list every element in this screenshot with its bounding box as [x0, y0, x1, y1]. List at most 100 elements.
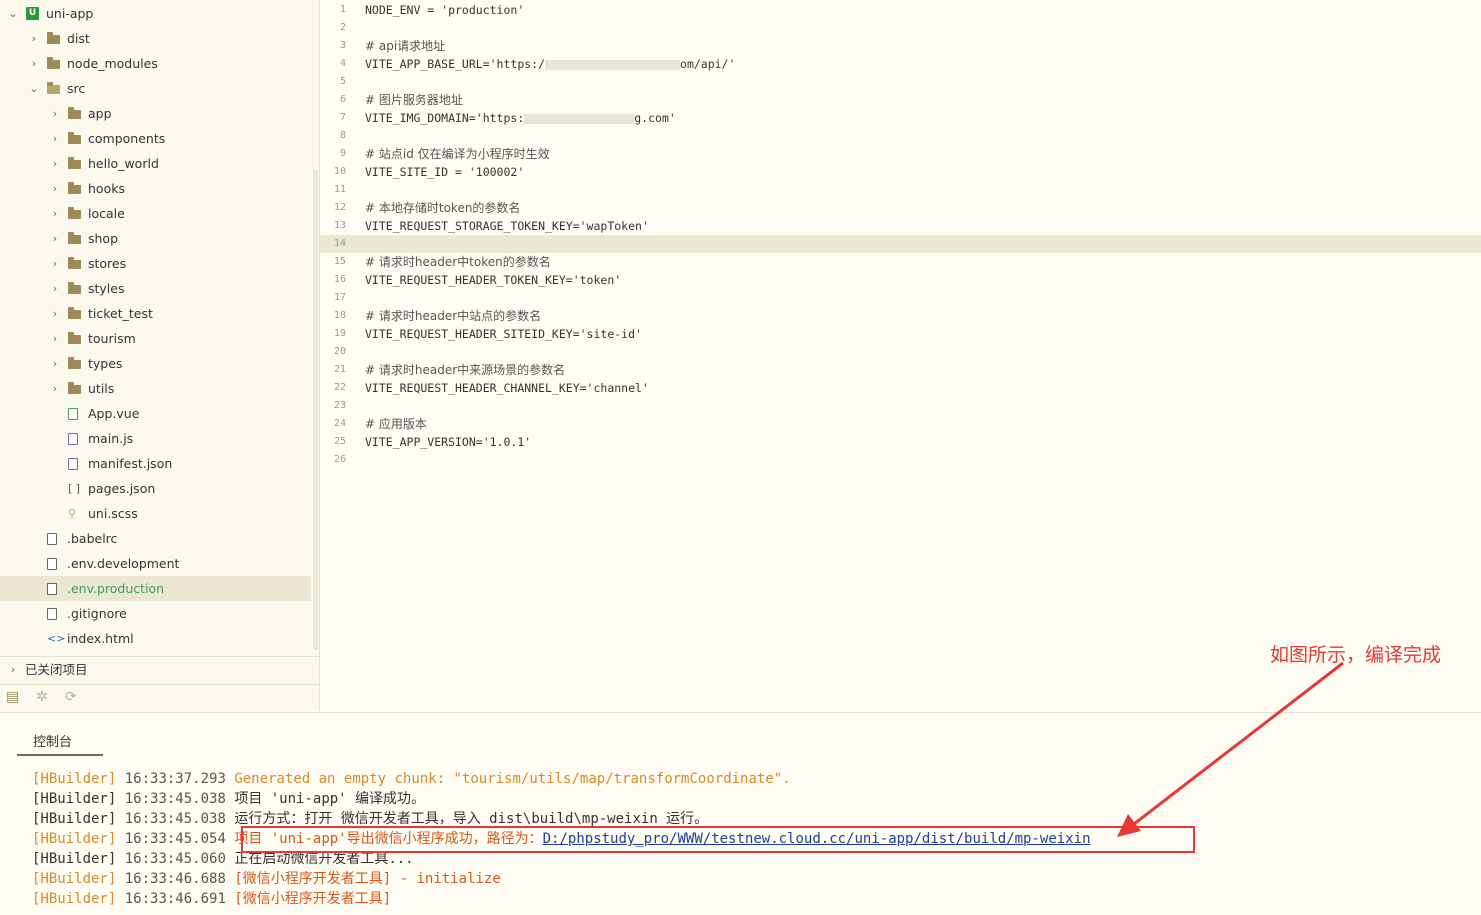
tree-item-shop[interactable]: › shop — [0, 226, 311, 251]
line-number: 12 — [333, 202, 346, 213]
code-text: VITE_REQUEST_HEADER_TOKEN_KEY='token' — [365, 271, 621, 289]
code-line[interactable]: 6 # 图片服务器地址 — [320, 91, 1481, 109]
project-root-uni-app[interactable]: ⌄ U uni-app — [0, 1, 311, 26]
code-line[interactable]: 23 — [320, 397, 1481, 415]
code-line[interactable]: 4 VITE_APP_BASE_URL='https:/ om/api/' — [320, 55, 1481, 73]
chevron-right-icon[interactable]: › — [49, 126, 61, 151]
chevron-right-icon[interactable]: › — [28, 26, 40, 51]
tree-item-env-development[interactable]: .env.development — [0, 551, 311, 576]
log-message: 正在启动微信开发者工具... — [234, 851, 414, 867]
vue-file-icon — [68, 408, 78, 420]
code-line[interactable]: 14 — [320, 235, 1481, 253]
chevron-right-icon[interactable]: › — [28, 51, 40, 76]
code-line[interactable]: 16 VITE_REQUEST_HEADER_TOKEN_KEY='token' — [320, 271, 1481, 289]
search-icon[interactable]: ⟳ — [65, 689, 77, 705]
code-line[interactable]: 18 # 请求时header中站点的参数名 — [320, 307, 1481, 325]
chevron-right-icon[interactable]: › — [49, 326, 61, 351]
log-time: 16:33:45.060 — [124, 851, 226, 867]
tree-item-manifest-json[interactable]: manifest.json — [0, 451, 311, 476]
line-number: 1 — [339, 4, 346, 15]
tree-item-locale[interactable]: › locale — [0, 201, 311, 226]
log-source: [HBuilder] — [32, 811, 117, 827]
code-content: VITE_APP_VERSION='1.0.1' — [365, 435, 532, 449]
tree-item-hello-world[interactable]: › hello_world — [0, 151, 311, 176]
log-message: [微信小程序开发者工具] — [234, 891, 392, 907]
chevron-right-icon[interactable]: › — [49, 176, 61, 201]
code-line[interactable]: 9 # 站点id 仅在编译为小程序时生效 — [320, 145, 1481, 163]
code-line[interactable]: 1 NODE_ENV = 'production' — [320, 1, 1481, 19]
tree-item-tourism[interactable]: › tourism — [0, 326, 311, 351]
code-line[interactable]: 12 # 本地存储时token的参数名 — [320, 199, 1481, 217]
chevron-right-icon[interactable]: › — [49, 276, 61, 301]
tree-item-env-production[interactable]: .env.production — [0, 576, 311, 601]
chevron-right-icon[interactable]: › — [49, 151, 61, 176]
tree-item-label: hooks — [88, 181, 125, 196]
tab-console[interactable]: 控制台 — [17, 732, 103, 756]
tree-item-app-vue[interactable]: App.vue — [0, 401, 311, 426]
code-line[interactable]: 20 — [320, 343, 1481, 361]
redacted-region — [545, 59, 681, 70]
code-line[interactable]: 3 # api请求地址 — [320, 37, 1481, 55]
code-line[interactable]: 8 — [320, 127, 1481, 145]
code-line[interactable]: 25 VITE_APP_VERSION='1.0.1' — [320, 433, 1481, 451]
code-content: VITE_REQUEST_HEADER_SITEID_KEY='site-id' — [365, 327, 642, 341]
tree-item-label: uni.scss — [88, 506, 138, 521]
code-line[interactable]: 19 VITE_REQUEST_HEADER_SITEID_KEY='site-i… — [320, 325, 1481, 343]
chevron-down-icon[interactable]: ⌄ — [7, 1, 19, 26]
log-time: 16:33:45.054 — [124, 831, 226, 847]
code-line[interactable]: 7 VITE_IMG_DOMAIN='https: g.com' — [320, 109, 1481, 127]
debug-icon[interactable]: ✲ — [36, 689, 48, 705]
code-text: NODE_ENV = 'production' — [365, 1, 524, 19]
code-editor[interactable]: 1 NODE_ENV = 'production' 2 3 # api请求地址 4 VITE… — [320, 0, 1481, 711]
code-line[interactable]: 15 # 请求时header中token的参数名 — [320, 253, 1481, 271]
chevron-right-icon[interactable]: › — [49, 251, 61, 276]
tree-item-utils[interactable]: › utils — [0, 376, 311, 401]
tree-item-styles[interactable]: › styles — [0, 276, 311, 301]
tree-item-ticket-test[interactable]: › ticket_test — [0, 301, 311, 326]
chevron-right-icon[interactable]: › — [49, 301, 61, 326]
line-number: 9 — [339, 148, 346, 159]
tree-item-index-html[interactable]: <> index.html — [0, 626, 311, 651]
chevron-right-icon[interactable]: › — [49, 226, 61, 251]
code-line[interactable]: 11 — [320, 181, 1481, 199]
tree-item-node-modules[interactable]: › node_modules — [0, 51, 311, 76]
code-line[interactable]: 24 # 应用版本 — [320, 415, 1481, 433]
log-source: [HBuilder] — [32, 871, 117, 887]
chevron-right-icon[interactable]: › — [7, 657, 19, 683]
tree-item-app[interactable]: › app — [0, 101, 311, 126]
tree-item-src[interactable]: ⌄ src — [0, 76, 311, 101]
chevron-right-icon[interactable]: › — [49, 101, 61, 126]
tree-item-stores[interactable]: › stores — [0, 251, 311, 276]
sidebar-scrollbar[interactable] — [313, 170, 318, 650]
code-line[interactable]: 5 — [320, 73, 1481, 91]
tree-item-uni-scss[interactable]: ⚲ uni.scss — [0, 501, 311, 526]
project-manager-icon[interactable]: ▤ — [6, 689, 19, 705]
tree-item-types[interactable]: › types — [0, 351, 311, 376]
folder-icon — [68, 257, 81, 269]
code-line[interactable]: 10 VITE_SITE_ID = '100002' — [320, 163, 1481, 181]
chevron-right-icon[interactable]: › — [49, 376, 61, 401]
chevron-down-icon[interactable]: ⌄ — [28, 76, 40, 101]
chevron-right-icon[interactable]: › — [49, 201, 61, 226]
code-line[interactable]: 22 VITE_REQUEST_HEADER_CHANNEL_KEY='chann… — [320, 379, 1481, 397]
tree-item-pages-json[interactable]: [ ] pages.json — [0, 476, 311, 501]
json-file-icon: [ ] — [68, 482, 81, 495]
line-number: 22 — [333, 382, 346, 393]
code-line[interactable]: 13 VITE_REQUEST_STORAGE_TOKEN_KEY='wapTok… — [320, 217, 1481, 235]
tree-item-components[interactable]: › components — [0, 126, 311, 151]
tree-item-dist[interactable]: › dist — [0, 26, 311, 51]
tree-item-main-js[interactable]: main.js — [0, 426, 311, 451]
code-line[interactable]: 26 — [320, 451, 1481, 469]
code-line[interactable]: 21 # 请求时header中来源场景的参数名 — [320, 361, 1481, 379]
code-line[interactable]: 17 — [320, 289, 1481, 307]
code-content: VITE_APP_BASE_URL='https:/ — [365, 57, 546, 71]
closed-projects-row[interactable]: › 已关闭项目 — [0, 656, 319, 683]
line-number: 18 — [333, 310, 346, 321]
tree-item-hooks[interactable]: › hooks — [0, 176, 311, 201]
code-line[interactable]: 2 — [320, 19, 1481, 37]
chevron-right-icon[interactable]: › — [49, 351, 61, 376]
folder-icon — [47, 57, 60, 69]
tree-item-babelrc[interactable]: .babelrc — [0, 526, 311, 551]
tree-item-gitignore[interactable]: .gitignore — [0, 601, 311, 626]
tree-item-label: styles — [88, 281, 125, 296]
